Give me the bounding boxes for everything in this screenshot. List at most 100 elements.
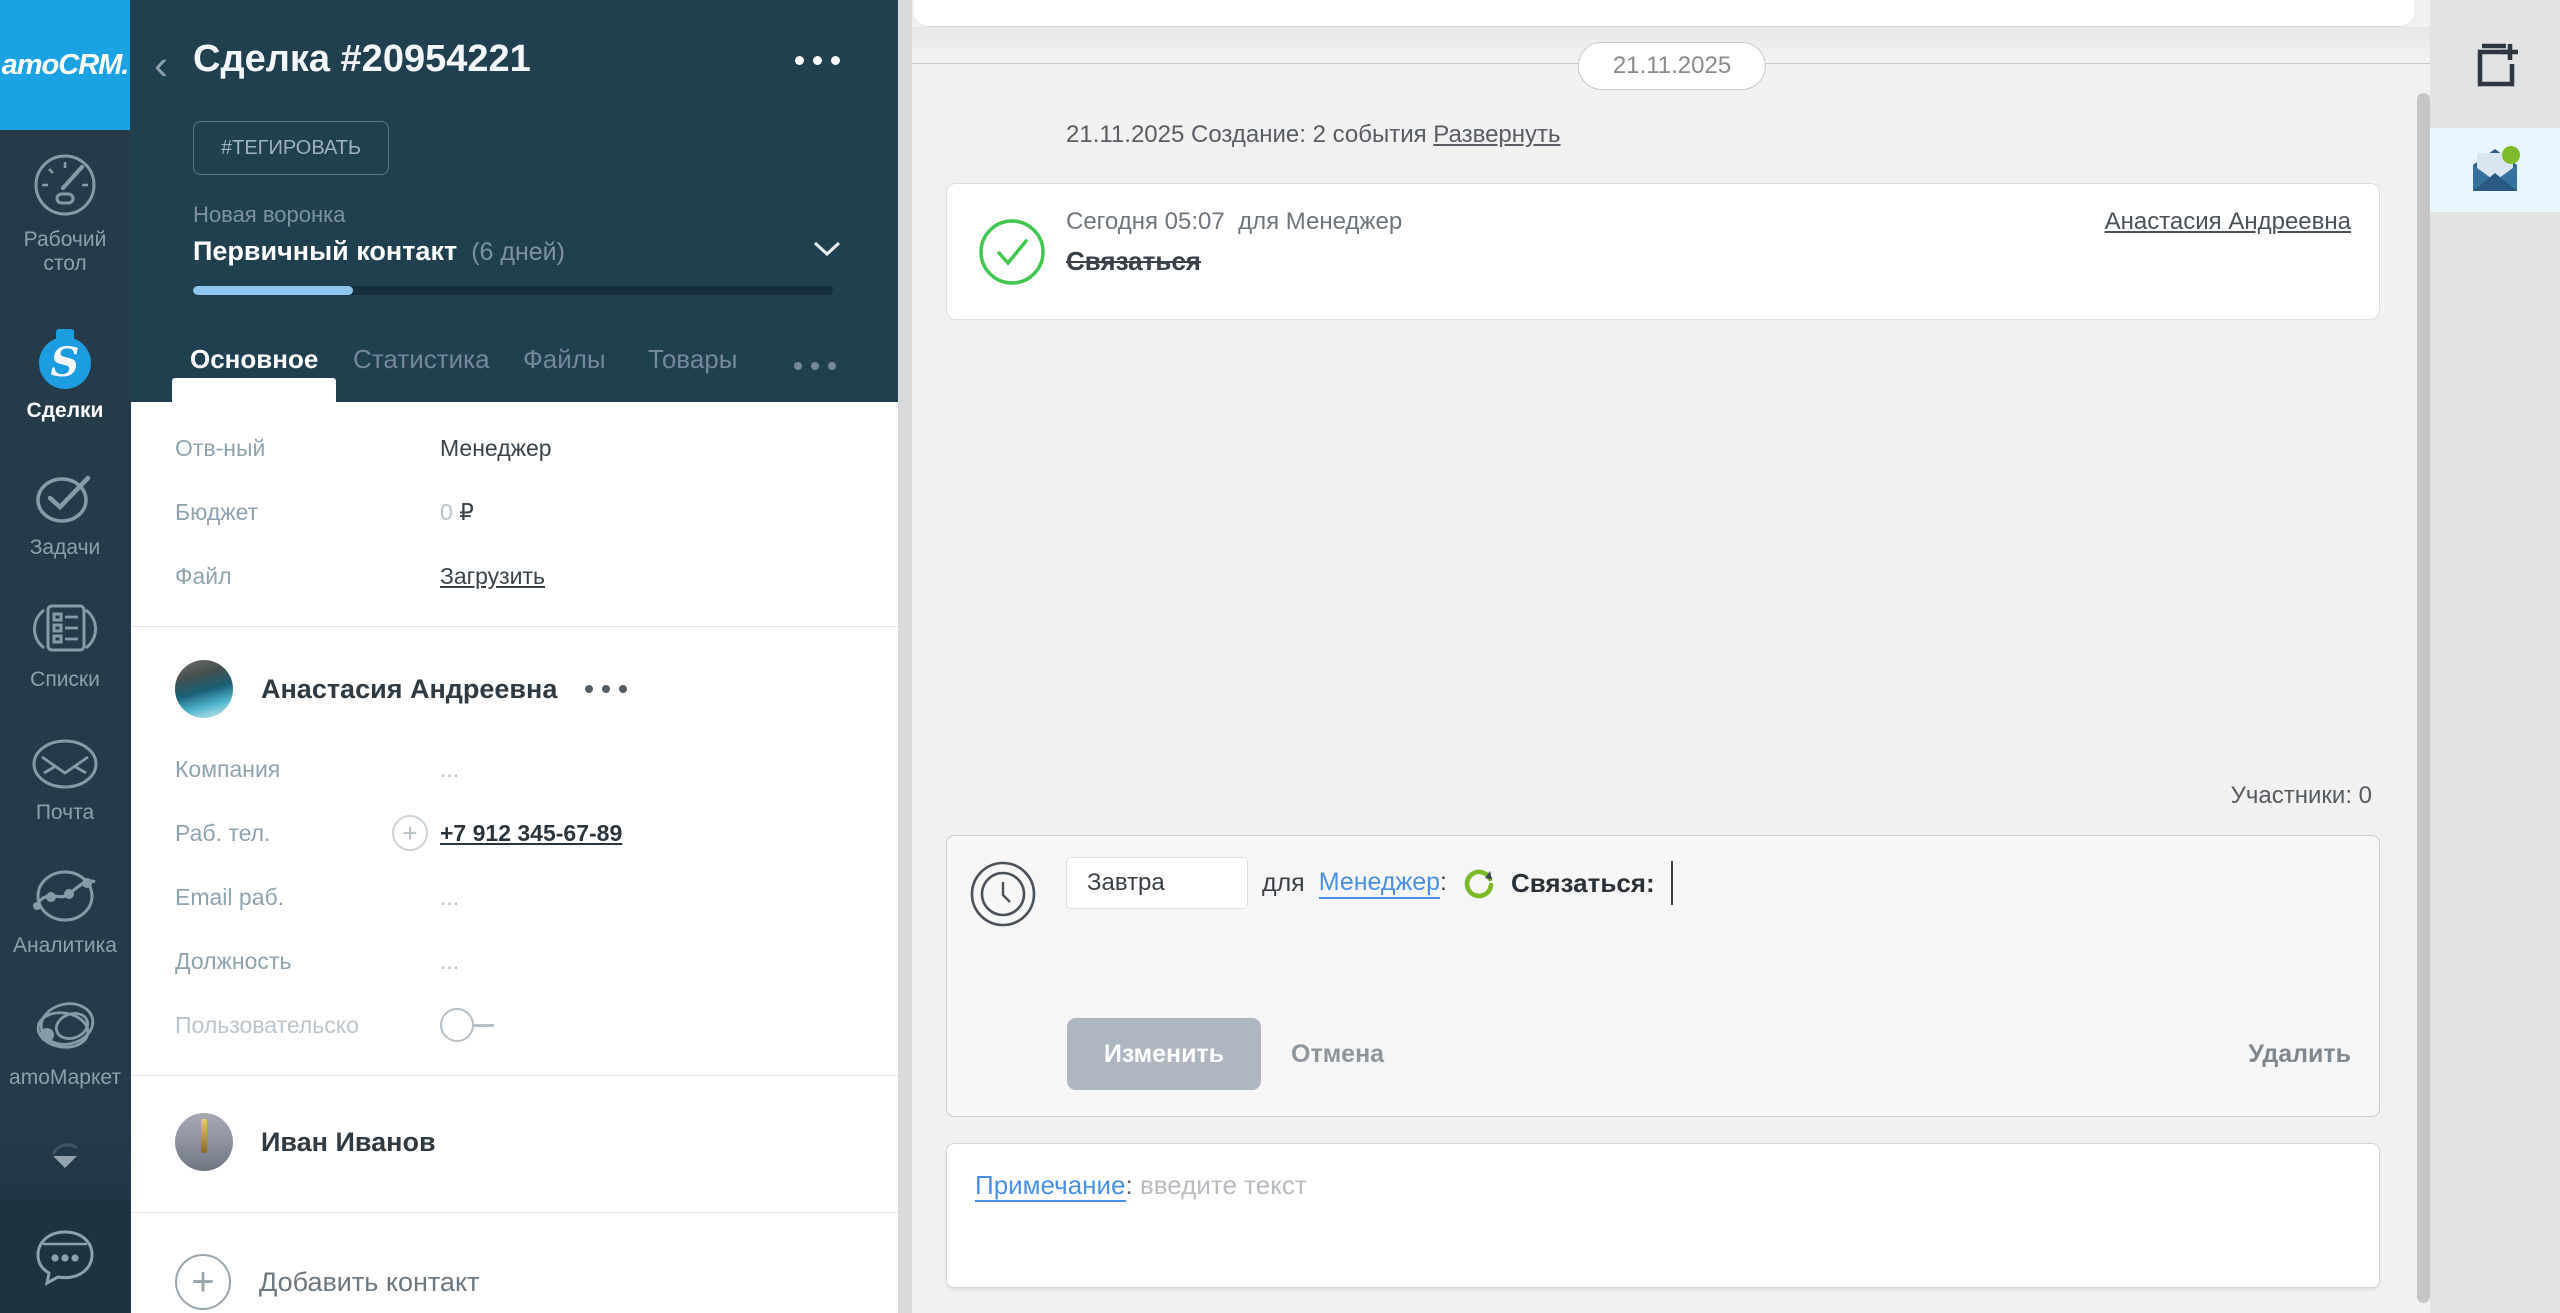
note-input-card[interactable]: Примечание: введите текст: [946, 1143, 2380, 1288]
section-divider: [131, 1075, 898, 1076]
back-button[interactable]: ‹: [154, 44, 168, 86]
deal-menu-button[interactable]: [795, 56, 840, 65]
amomarket-icon: [30, 996, 100, 1058]
field-label: Email раб.: [175, 884, 440, 911]
tab-main[interactable]: Основное: [190, 344, 318, 375]
contact-name[interactable]: Анастасия Андреевна: [261, 674, 557, 705]
chat-bubble-icon: [31, 1226, 99, 1288]
field-label: Компания: [175, 756, 440, 783]
upload-file-link[interactable]: Загрузить: [440, 563, 545, 590]
summary-text: Создание: 2 события: [1191, 121, 1427, 148]
assignee-select[interactable]: Менеджер: [1319, 868, 1440, 899]
mail-notifications-button[interactable]: [2430, 128, 2560, 212]
toggle-line: [474, 1024, 494, 1027]
submit-button[interactable]: Изменить: [1067, 1018, 1261, 1090]
note-type-select[interactable]: Примечание: [975, 1170, 1126, 1202]
due-date-input[interactable]: [1066, 857, 1248, 909]
mail-icon: [30, 735, 100, 793]
sidebar-item-label: Списки: [30, 668, 100, 692]
delete-button[interactable]: Удалить: [2248, 1018, 2351, 1090]
sidebar-item-label: Рабочий стол: [15, 228, 115, 276]
note-placeholder: введите текст: [1140, 1170, 1307, 1200]
field-label: Бюджет: [175, 499, 440, 526]
email-value[interactable]: ...: [440, 884, 459, 911]
panel-divider[interactable]: [898, 0, 912, 1313]
contact-card-header: Анастасия Андреевна: [175, 641, 868, 737]
budget-value[interactable]: 0 ₽: [440, 499, 474, 526]
task-done-text: Связаться: [1066, 246, 1201, 277]
sidebar-item-analytics[interactable]: Аналитика: [0, 866, 130, 958]
pipeline-name: Новая воронка: [193, 202, 345, 228]
add-contact-button[interactable]: + Добавить контакт: [175, 1227, 868, 1313]
support-chat-button[interactable]: [0, 1200, 130, 1313]
position-value[interactable]: ...: [440, 948, 459, 975]
lists-icon: [32, 596, 98, 660]
tab-statistics[interactable]: Статистика: [353, 344, 490, 375]
right-rail: [2430, 0, 2560, 1313]
deal-title: Сделка #20954221: [193, 38, 531, 81]
toggle-knob: [440, 1008, 474, 1042]
text-caret: [1671, 861, 1673, 905]
sidebar-item-label: Почта: [36, 801, 94, 825]
tab-products[interactable]: Товары: [648, 344, 737, 375]
contact-menu-button[interactable]: [585, 685, 627, 693]
contact-avatar: [175, 1113, 233, 1171]
active-tab-indicator: [172, 378, 336, 402]
responsible-value[interactable]: Менеджер: [440, 435, 552, 462]
tab-files[interactable]: Файлы: [523, 344, 606, 375]
sidebar-item-label: Сделки: [27, 399, 104, 423]
task-done-check-icon[interactable]: [977, 217, 1047, 287]
contact-name[interactable]: Иван Иванов: [261, 1127, 436, 1158]
deal-fields-panel: Отв-ный Менеджер Бюджет 0 ₽ Файл Загрузи…: [131, 402, 898, 1313]
plus-circle-icon: +: [175, 1254, 231, 1310]
composer-buttons: Изменить Отмена Удалить: [947, 1018, 2379, 1090]
stage-chevron-icon[interactable]: [812, 240, 842, 258]
sidebar-item-dashboard[interactable]: Рабочий стол: [0, 150, 130, 276]
add-tag-button[interactable]: #ТЕГИРОВАТЬ: [193, 121, 389, 175]
task-composer[interactable]: для Менеджер: Связаться: Изменить Отмена…: [946, 835, 2380, 1117]
add-widget-button[interactable]: [2430, 30, 2560, 100]
open-envelope-icon: [2467, 143, 2523, 197]
field-row-work-phone: Раб. тел. + +7 912 345-67-89: [175, 801, 868, 865]
new-panel-plus-icon: [2470, 42, 2520, 88]
task-author-link[interactable]: Анастасия Андреевна: [2105, 208, 2351, 236]
sidebar-item-label: amoМаркет: [9, 1066, 121, 1090]
for-label: для: [1262, 869, 1305, 898]
field-label: Должность: [175, 948, 440, 975]
stage-progress-fill: [193, 286, 353, 295]
add-phone-icon[interactable]: +: [392, 815, 428, 851]
amocrm-logo[interactable]: amoCRM.: [0, 0, 130, 130]
dashboard-icon: [30, 150, 100, 220]
tabs-more-button[interactable]: [794, 362, 836, 370]
company-value[interactable]: ...: [440, 756, 459, 783]
composer-line: для Менеджер: Связаться:: [1066, 856, 1673, 910]
sidebar-item-label: Аналитика: [13, 934, 117, 958]
deals-icon: S: [32, 325, 98, 391]
stage-selector[interactable]: Первичный контакт (6 дней): [193, 236, 565, 267]
section-divider: [131, 626, 898, 627]
contact-card-header-secondary: Иван Иванов: [175, 1090, 868, 1194]
sidebar-item-tasks[interactable]: Задачи: [0, 466, 130, 560]
cancel-button[interactable]: Отмена: [1291, 1018, 1384, 1090]
colon: :: [1440, 868, 1447, 897]
custom-field-toggle[interactable]: [440, 1008, 494, 1042]
field-row-budget: Бюджет 0 ₽: [175, 480, 868, 544]
sidebar-more-section[interactable]: [0, 1118, 130, 1200]
note-line: Примечание: введите текст: [975, 1170, 1307, 1201]
feed-scrollbar[interactable]: [2417, 93, 2430, 1303]
main-sidebar: amoCRM. Рабочий стол S Сделки: [0, 0, 130, 1313]
field-label: Файл: [175, 563, 440, 590]
sidebar-item-mail[interactable]: Почта: [0, 735, 130, 825]
analytics-icon: [29, 866, 101, 926]
date-badge: 21.11.2025: [1578, 42, 1766, 90]
stage-name: Первичный контакт: [193, 236, 457, 267]
phone-link[interactable]: +7 912 345-67-89: [440, 820, 622, 846]
field-row-custom: Пользовательско: [175, 993, 868, 1057]
feed-top-strip: [914, 0, 2414, 27]
clock-icon: [969, 860, 1037, 928]
expand-link[interactable]: Развернуть: [1433, 121, 1560, 148]
sidebar-item-deals[interactable]: S Сделки: [0, 325, 130, 423]
sidebar-item-amomarket[interactable]: amoМаркет: [0, 996, 130, 1090]
sidebar-item-lists[interactable]: Списки: [0, 596, 130, 692]
field-row-work-email: Email раб. ...: [175, 865, 868, 929]
